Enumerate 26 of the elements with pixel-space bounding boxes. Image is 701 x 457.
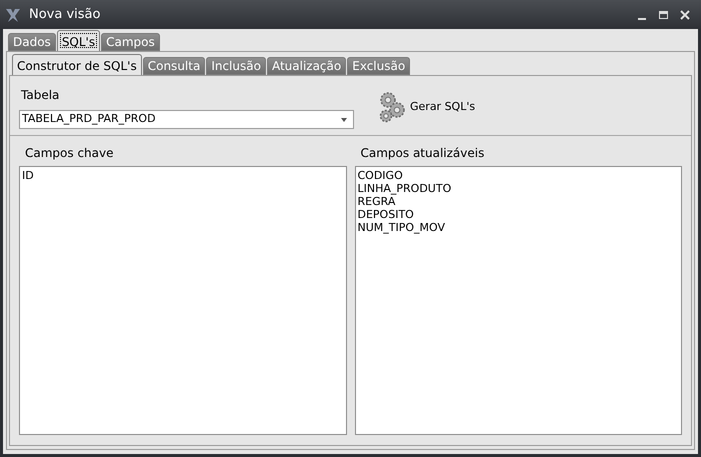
list-item[interactable]: LINHA_PRODUTO — [358, 182, 679, 195]
table-dropdown[interactable]: TABELA_PRD_PAR_PROD — [19, 110, 354, 129]
list-item[interactable]: REGRA — [358, 195, 679, 208]
tab[interactable]: SQL's — [56, 30, 100, 51]
list-box[interactable]: CODIGO LINHA_PRODUTO REGRA DEPOSITO NUM_TIPO_MOV — [354, 166, 682, 435]
list-box[interactable]: ID — [19, 166, 346, 435]
list-item[interactable]: ID — [22, 169, 344, 182]
close-icon — [680, 10, 690, 20]
list-item[interactable]: NUM_TIPO_MOV — [358, 221, 679, 234]
tab[interactable]: Construtor de SQL's — [12, 54, 142, 75]
tab[interactable]: Exclusão — [347, 57, 410, 75]
tab[interactable]: Consulta — [142, 57, 206, 75]
gears-icon — [378, 91, 406, 123]
list-item[interactable]: DEPOSITO — [358, 208, 679, 221]
tab[interactable]: Dados — [8, 33, 56, 51]
generate-sql-button[interactable]: Gerar SQL's — [376, 90, 478, 124]
tab[interactable]: Inclusão — [206, 57, 266, 75]
window-title: Nova visão — [29, 6, 100, 24]
caret-icon — [341, 118, 347, 122]
field-label: Campos chave — [25, 146, 114, 160]
field-label: Campos atualizáveis — [360, 146, 486, 160]
logo-icon — [5, 6, 21, 22]
tab[interactable]: Campos — [101, 33, 160, 51]
tab[interactable]: Atualização — [266, 57, 346, 75]
list-item[interactable]: CODIGO — [358, 169, 679, 182]
field-label: Tabela — [21, 88, 60, 102]
